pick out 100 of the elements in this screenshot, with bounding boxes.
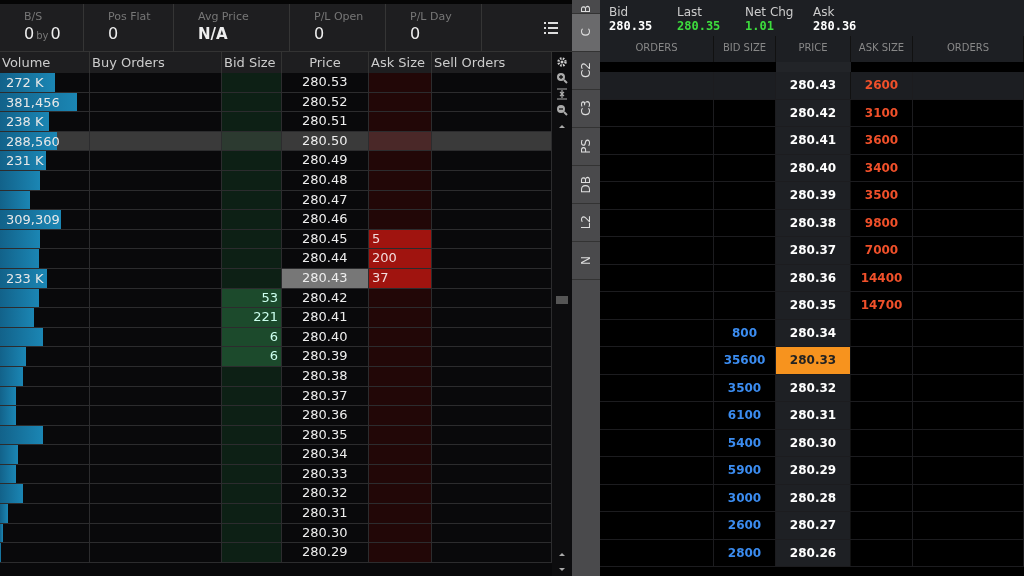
ladder-row[interactable]: 2600 280.27 bbox=[600, 512, 1024, 540]
price-cell: 280.36 bbox=[776, 264, 851, 291]
bid-size-cell[interactable]: 221 bbox=[222, 308, 282, 327]
quote-label: Net Chg bbox=[745, 6, 795, 19]
quote-label: Last bbox=[677, 6, 703, 19]
ladder-row[interactable]: 280.45 5 bbox=[0, 229, 552, 250]
stat-label: Pos Flat bbox=[108, 10, 152, 23]
quote-value: 280.35 bbox=[609, 19, 654, 33]
ask-size-cell[interactable]: 2600 bbox=[851, 72, 913, 99]
ladder-row[interactable]: 280.42 3100 bbox=[600, 99, 1024, 127]
menu-icon bbox=[544, 21, 558, 34]
price-cell: 280.33 bbox=[776, 347, 851, 374]
ladder-row[interactable]: 280.43 2600 bbox=[600, 72, 1024, 100]
stat-label: B/S bbox=[24, 10, 44, 23]
stat-value: 0 bbox=[24, 23, 35, 45]
ladder-row[interactable]: 35600 280.33 bbox=[600, 347, 1024, 375]
ladder-row[interactable]: 6 280.39 bbox=[0, 347, 552, 367]
ask-size-cell[interactable]: 3400 bbox=[851, 154, 913, 181]
zoom-in-icon[interactable] bbox=[556, 72, 568, 84]
scroll-thumb[interactable] bbox=[556, 296, 568, 304]
quote-value: 280.35 bbox=[677, 19, 722, 33]
ladder-row[interactable]: 800 280.34 bbox=[600, 319, 1024, 347]
ladder-row[interactable]: 280.32 bbox=[0, 484, 552, 505]
price-cell: 280.30 bbox=[776, 429, 851, 456]
ladder-row[interactable]: 280.47 bbox=[0, 190, 552, 211]
price-cell: 280.37 bbox=[776, 237, 851, 264]
ladder-row[interactable]: 280.37 bbox=[0, 386, 552, 407]
ladder-row[interactable]: 3000 280.28 bbox=[600, 484, 1024, 512]
ladder-row[interactable]: 272 K 280.53 bbox=[0, 73, 552, 93]
stat-value: N/A bbox=[198, 24, 229, 45]
ladder-row[interactable]: 280.35 bbox=[0, 425, 552, 446]
stat-value: 0 bbox=[314, 23, 326, 45]
ladder-row[interactable]: 233 K 280.43 37 bbox=[0, 268, 552, 289]
price-cell: 280.39 bbox=[776, 182, 851, 209]
ladder-row[interactable]: 309,309 280.46 bbox=[0, 210, 552, 230]
ladder-row[interactable]: 231 K 280.49 bbox=[0, 151, 552, 171]
ladder-row[interactable]: 280.30 bbox=[0, 523, 552, 544]
zoom-out-icon[interactable] bbox=[556, 104, 568, 116]
ask-size-cell[interactable]: 3500 bbox=[851, 182, 913, 209]
ladder-row[interactable]: 288,560 280.50 bbox=[0, 131, 552, 152]
column-header: ASK SIZE bbox=[851, 36, 913, 62]
quote-value: 1.01 bbox=[745, 19, 775, 33]
quote-label: Bid bbox=[609, 6, 630, 19]
ladder-row[interactable]: 280.36 14400 bbox=[600, 264, 1024, 292]
ask-size-cell[interactable]: 14400 bbox=[851, 264, 913, 291]
ladder-row[interactable]: 5900 280.29 bbox=[600, 457, 1024, 485]
volume-value: 238 K bbox=[6, 113, 44, 131]
price-cell: 280.42 bbox=[776, 99, 851, 126]
quote-label: Ask bbox=[813, 6, 836, 19]
price-cell: 280.31 bbox=[776, 402, 851, 429]
ladder-row[interactable]: 280.34 bbox=[0, 445, 552, 465]
ladder-row[interactable]: 280.48 bbox=[0, 170, 552, 191]
ladder-row[interactable]: 280.39 3500 bbox=[600, 182, 1024, 210]
price-cell: 280.32 bbox=[776, 374, 851, 401]
price-cell: 280.27 bbox=[776, 512, 851, 539]
ladder-row[interactable]: 238 K 280.51 bbox=[0, 112, 552, 132]
volume-value: 288,560 bbox=[6, 132, 60, 150]
volume-value: 231 K bbox=[6, 152, 44, 170]
ladder-row[interactable]: 280.29 bbox=[0, 543, 552, 563]
column-header: BID SIZE bbox=[714, 36, 776, 62]
stat-joiner: by bbox=[36, 30, 49, 41]
stat-value: 0 bbox=[108, 23, 120, 45]
price-cell: 280.28 bbox=[776, 484, 851, 511]
bid-size-cell[interactable]: 6 bbox=[222, 347, 282, 366]
stat-label: Avg Price bbox=[198, 10, 250, 23]
ladder-row[interactable]: 53 280.42 bbox=[0, 288, 552, 309]
ladder-row[interactable]: 280.40 3400 bbox=[600, 154, 1024, 182]
ladder-row[interactable]: 280.41 3600 bbox=[600, 127, 1024, 155]
side-tab[interactable]: C bbox=[572, 14, 600, 52]
price-cell: 280.35 bbox=[776, 292, 851, 319]
ladder-row[interactable]: 5400 280.30 bbox=[600, 429, 1024, 457]
ladder-row[interactable]: 280.33 bbox=[0, 464, 552, 485]
price-cell: 280.34 bbox=[776, 319, 851, 346]
ladder-row[interactable]: 280.36 bbox=[0, 406, 552, 426]
volume-value: 381,456 bbox=[6, 93, 60, 111]
ask-size-cell[interactable]: 9800 bbox=[851, 209, 913, 236]
ladder-row[interactable]: 2800 280.26 bbox=[600, 539, 1024, 567]
ask-size-cell[interactable]: 14700 bbox=[851, 292, 913, 319]
price-cell: 280.38 bbox=[776, 209, 851, 236]
ladder-row[interactable]: 381,456 280.52 bbox=[0, 92, 552, 113]
ladder-row[interactable]: 280.35 14700 bbox=[600, 292, 1024, 320]
ask-size-cell[interactable]: 3100 bbox=[851, 99, 913, 126]
ask-size-cell[interactable]: 3600 bbox=[851, 127, 913, 154]
quote-value: 280.36 bbox=[813, 19, 858, 33]
settings-icon[interactable] bbox=[556, 56, 568, 68]
ladder-row[interactable]: 280.31 bbox=[0, 504, 552, 524]
ladder-row[interactable]: 280.38 9800 bbox=[600, 209, 1024, 237]
ladder-row[interactable]: 6100 280.31 bbox=[600, 402, 1024, 430]
ladder-row[interactable]: 280.37 7000 bbox=[600, 237, 1024, 265]
ladder-row[interactable]: 3500 280.32 bbox=[600, 374, 1024, 402]
ask-size-cell[interactable]: 200 bbox=[369, 249, 432, 268]
ladder-row[interactable]: 280.44 200 bbox=[0, 249, 552, 269]
stat-label: P/L Day bbox=[410, 10, 453, 23]
ladder-row[interactable]: 6 280.40 bbox=[0, 327, 552, 348]
ladder-row[interactable]: 221 280.41 bbox=[0, 308, 552, 328]
stat-label: P/L Open bbox=[314, 10, 365, 23]
center-icon[interactable] bbox=[556, 88, 568, 100]
ladder-row[interactable]: 280.38 bbox=[0, 366, 552, 387]
price-cell: 280.41 bbox=[776, 127, 851, 154]
ask-size-cell[interactable]: 7000 bbox=[851, 237, 913, 264]
